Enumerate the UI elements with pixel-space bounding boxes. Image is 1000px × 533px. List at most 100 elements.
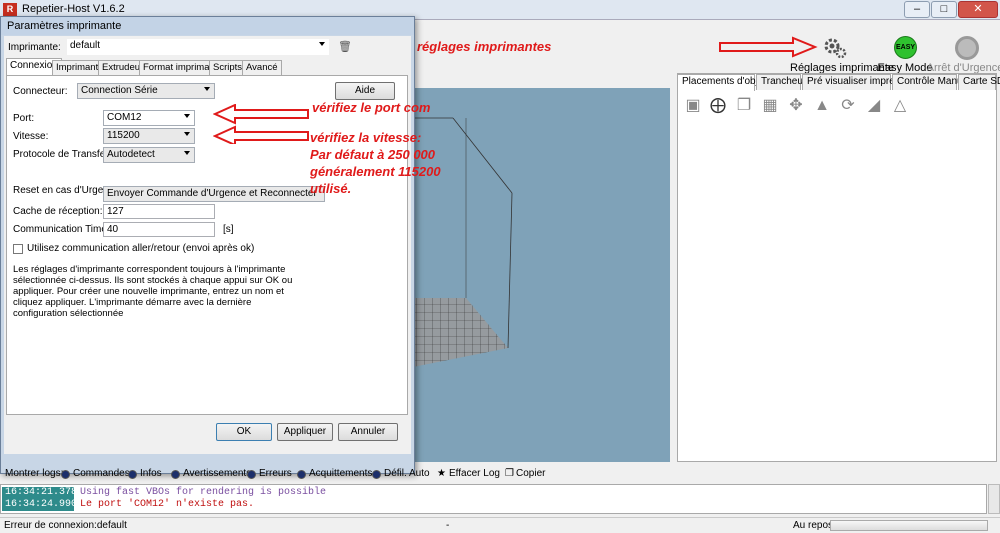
log-option-acks[interactable]: Acquittements (309, 468, 372, 479)
log-option-errors-radio[interactable] (247, 470, 256, 479)
annotation-printer-settings: réglages imprimantes (417, 39, 552, 54)
timeout-input[interactable]: 40 (103, 222, 215, 237)
tab-advanced[interactable]: Avancé (242, 60, 282, 75)
dialog-body: Imprimante: default 🗑 Connexion Impriman… (4, 36, 411, 454)
copy-log-button[interactable]: Copier (516, 468, 545, 479)
reset-select[interactable]: Envoyer Commande d'Urgence et Reconnecte… (103, 186, 325, 202)
protocol-value: Autodetect (107, 149, 155, 160)
object-placement-panel (677, 73, 997, 462)
cache-input[interactable]: 127 (103, 204, 215, 219)
log-option-errors[interactable]: Erreurs (259, 468, 292, 479)
status-bar: Erreur de connexion:default - Au repos (0, 517, 1000, 533)
copy-icon[interactable]: ❐ (734, 96, 754, 116)
tab-sd-card[interactable]: Carte SD (958, 74, 1000, 90)
status-middle: - (446, 520, 450, 531)
port-label: Port: (13, 113, 35, 124)
log-option-acks-radio[interactable] (297, 470, 306, 479)
cache-label: Cache de réception: (13, 206, 103, 217)
log-option-autoscroll[interactable]: Défil. Auto (384, 468, 430, 479)
log-scrollbar[interactable] (988, 484, 1000, 514)
printer-select-value: default (70, 40, 101, 51)
speed-value: 115200 (107, 130, 140, 141)
log-option-commands-radio[interactable] (61, 470, 70, 479)
connector-value: Connection Série (81, 85, 158, 96)
center-icon[interactable]: ✥ (786, 96, 806, 116)
log-output[interactable]: 16:34:21.378 Using fast VBOs for renderi… (0, 484, 987, 514)
speed-select[interactable]: 115200 (103, 128, 195, 144)
clear-log-icon: ★ (437, 468, 446, 479)
log-option-warnings[interactable]: Avertissements (183, 468, 251, 479)
chevron-down-icon (184, 151, 190, 155)
3d-view[interactable] (408, 88, 670, 462)
speed-label: Vitesse: (13, 131, 49, 142)
clear-log-button[interactable]: Effacer Log (449, 468, 500, 479)
log-time: 16:34:24.990 (2, 499, 77, 511)
port-value: COM12 (107, 112, 142, 123)
gear-icon (824, 38, 847, 59)
close-button[interactable]: ✕ (958, 1, 998, 18)
timeout-unit: [s] (223, 224, 234, 235)
help-button[interactable]: Aide (335, 82, 395, 100)
easy-mode-icon: EASY (894, 36, 917, 59)
cut-icon[interactable]: △ (890, 96, 910, 116)
show-logs-label: Montrer logs: (5, 468, 64, 479)
maximize-button[interactable]: □ (931, 1, 957, 18)
chevron-down-icon (184, 132, 190, 136)
progress-bar (830, 520, 988, 531)
annotation-speed-3: généralement 115200 (310, 164, 441, 179)
scale-icon[interactable]: ▲ (812, 96, 832, 116)
tab-object-placement[interactable]: Placements d'objets (677, 74, 771, 91)
log-time: 16:34:21.378 (2, 487, 77, 499)
emergency-stop-icon (955, 36, 979, 60)
protocol-label: Protocole de Transfert: (13, 149, 115, 160)
tab-preview[interactable]: Pré visualiser impression (802, 74, 918, 90)
ok-button[interactable]: OK (216, 423, 272, 441)
apply-button[interactable]: Appliquer (277, 423, 333, 441)
app-title: Repetier-Host V1.6.2 (22, 3, 125, 15)
log-message: Le port 'COM12' n'existe pas. (80, 499, 255, 510)
protocol-select[interactable]: Autodetect (103, 147, 195, 163)
annotation-arrows (213, 104, 309, 144)
pingpong-label: Utilisez communication aller/retour (env… (27, 243, 255, 254)
annotation-speed-1: vérifiez la vitesse: (310, 130, 422, 145)
connector-select[interactable]: Connection Série (77, 83, 215, 99)
annotation-port: vérifiez le port com (312, 100, 431, 115)
dialog-title: Paramètres imprimante (7, 20, 122, 32)
status-right: Au repos (793, 520, 834, 531)
reset-value: Envoyer Commande d'Urgence et Reconnecte… (107, 188, 317, 199)
log-option-infos-radio[interactable] (128, 470, 137, 479)
connector-label: Connecteur: (13, 86, 68, 97)
save-icon[interactable]: ▣ (683, 96, 703, 116)
log-option-warnings-radio[interactable] (171, 470, 180, 479)
printer-settings-dialog: Paramètres imprimante Imprimante: defaul… (0, 16, 415, 474)
tab-manual-control[interactable]: Contrôle Manuel (892, 74, 970, 90)
rotate-icon[interactable]: ⟳ (838, 96, 858, 116)
port-select[interactable]: COM12 (103, 110, 195, 126)
chevron-down-icon (204, 87, 210, 91)
annotation-speed-4: utilisé. (310, 181, 352, 196)
add-icon[interactable]: ⨁ (708, 96, 728, 116)
log-option-infos[interactable]: Infos (140, 468, 162, 479)
status-left: Erreur de connexion:default (4, 520, 127, 531)
annotation-arrow-toolbar (719, 36, 818, 58)
connection-panel: Connecteur: Connection Série Aide Port: … (6, 75, 408, 415)
delete-printer-icon[interactable]: 🗑 (338, 40, 352, 53)
tab-scripts[interactable]: Scripts (209, 60, 247, 75)
pingpong-checkbox[interactable] (13, 244, 23, 254)
printer-label: Imprimante: (8, 42, 61, 53)
log-option-commands[interactable]: Commandes (73, 468, 130, 479)
chevron-down-icon (184, 114, 190, 118)
copy-log-icon: ❐ (505, 468, 514, 479)
cancel-button[interactable]: Annuler (338, 423, 398, 441)
info-text: Les réglages d'imprimante correspondent … (13, 264, 293, 319)
mirror-icon[interactable]: ◢ (864, 96, 884, 116)
chevron-down-icon (319, 42, 325, 46)
printer-bed-wireframe (408, 117, 513, 368)
log-message: Using fast VBOs for rendering is possibl… (80, 487, 327, 498)
log-option-autoscroll-radio[interactable] (372, 470, 381, 479)
minimize-button[interactable]: – (904, 1, 930, 18)
tab-slicer[interactable]: Trancheur (756, 74, 806, 90)
annotation-speed-2: Par défaut à 250 000 (310, 147, 436, 162)
grid-icon[interactable]: ▦ (760, 96, 780, 116)
printer-select[interactable]: default (67, 39, 329, 55)
